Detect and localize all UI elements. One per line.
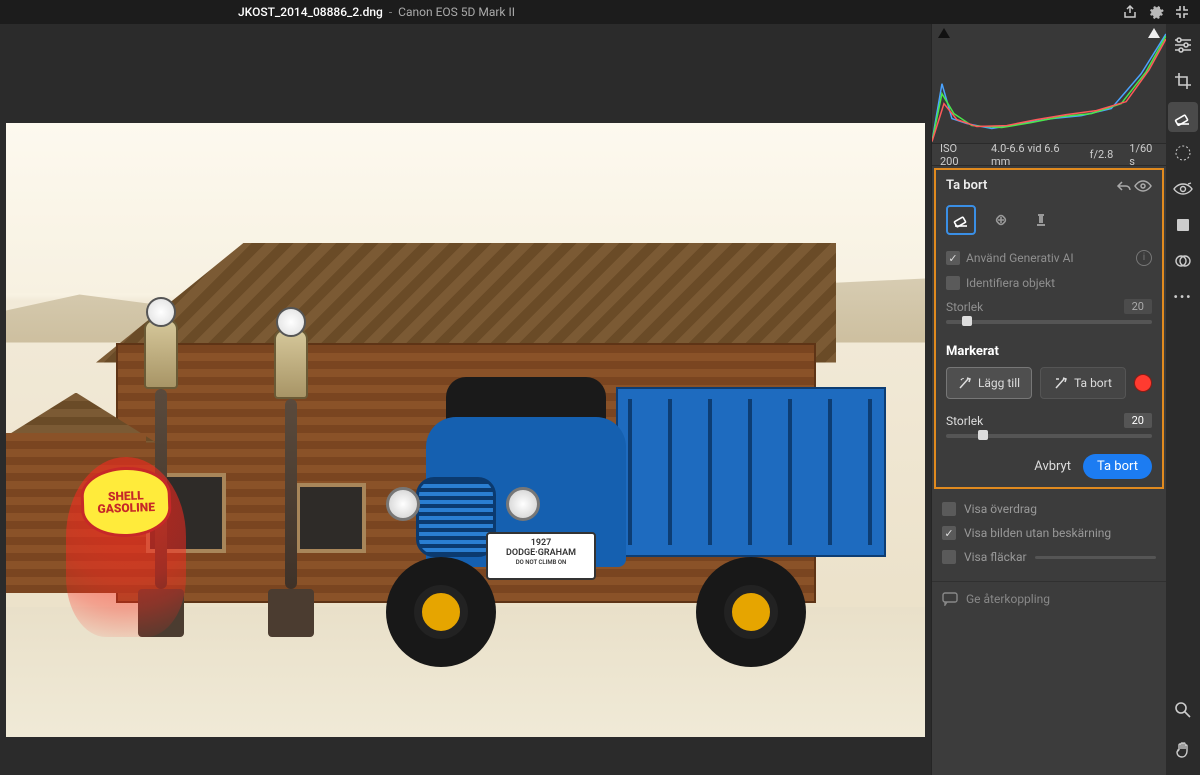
photo-preview: SHELLGASOLINE 1927 DODGE·GRAHAM DO NOT C… <box>6 123 925 737</box>
selected-subpanel-title: Markerat <box>936 334 1162 367</box>
document-title: JKOST_2014_08886_2.dng - Canon EOS 5D Ma… <box>238 5 515 19</box>
selection-subtract-button[interactable]: Ta bort <box>1040 367 1126 399</box>
feedback-row[interactable]: Ge återkoppling <box>932 581 1166 616</box>
cancel-button[interactable]: Avbryt <box>1034 459 1071 474</box>
filename: JKOST_2014_08886_2.dng <box>238 5 383 19</box>
heal-brush-tool-button[interactable] <box>986 205 1016 235</box>
redeye-tool-icon[interactable] <box>1168 174 1198 204</box>
gas-pump <box>276 301 306 637</box>
fullscreen-collapse-icon[interactable] <box>1172 2 1192 22</box>
visibility-eye-icon[interactable] <box>1134 180 1152 192</box>
title-bar: JKOST_2014_08886_2.dng - Canon EOS 5D Ma… <box>0 0 1200 24</box>
view-options-panel: Visa överdrag Visa bilden utan beskärnin… <box>932 491 1166 575</box>
presets-panel-icon[interactable] <box>1168 210 1198 240</box>
chat-bubble-icon <box>942 592 958 606</box>
brush-size-slider[interactable] <box>946 320 1152 324</box>
lens-blur-icon[interactable] <box>1168 246 1198 276</box>
camera-model: Canon EOS 5D Mark II <box>398 5 515 19</box>
exif-iso: ISO 200 <box>940 142 975 168</box>
right-sidebar: ISO 200 4.0-6.6 vid 6.6 mm f/2.8 1/60 s … <box>931 24 1166 775</box>
show-spots-label: Visa fläckar <box>964 550 1027 564</box>
histogram[interactable] <box>932 24 1166 144</box>
export-icon[interactable] <box>1120 2 1140 22</box>
edit-sliders-icon[interactable] <box>1168 30 1198 60</box>
selection-size-value[interactable]: 20 <box>1124 413 1152 428</box>
identify-object-checkbox[interactable] <box>946 276 960 290</box>
exif-focal: 4.0-6.6 vid 6.6 mm <box>991 142 1074 168</box>
spots-threshold-slider[interactable] <box>1035 556 1156 559</box>
undo-icon[interactable] <box>1116 179 1134 193</box>
clone-stamp-tool-button[interactable] <box>1026 205 1056 235</box>
exif-bar: ISO 200 4.0-6.6 vid 6.6 mm f/2.8 1/60 s <box>932 144 1166 166</box>
overlay-color-swatch[interactable] <box>1134 374 1152 392</box>
tool-strip: ••• <box>1166 24 1200 775</box>
selection-size-slider[interactable] <box>946 434 1152 438</box>
more-tools-icon[interactable]: ••• <box>1168 282 1198 312</box>
zoom-tool-icon[interactable] <box>1168 695 1198 725</box>
show-spots-checkbox[interactable] <box>942 550 956 564</box>
eraser-tool-button[interactable] <box>946 205 976 235</box>
brush-size-label: Storlek <box>946 300 983 314</box>
apply-remove-button[interactable]: Ta bort <box>1083 454 1152 479</box>
gen-ai-info-icon[interactable]: i <box>1136 250 1152 266</box>
remove-tool-panel: Ta bort <box>934 168 1164 489</box>
show-overlay-checkbox[interactable] <box>942 502 956 516</box>
panel-title-remove: Ta bort <box>946 178 987 193</box>
gen-ai-label: Använd Generativ AI <box>966 251 1074 265</box>
exif-shutter: 1/60 s <box>1129 142 1158 168</box>
hand-tool-icon[interactable] <box>1168 735 1198 765</box>
show-uncropped-label: Visa bilden utan beskärning <box>964 526 1111 540</box>
crop-tool-icon[interactable] <box>1168 66 1198 96</box>
show-overlay-label: Visa överdrag <box>964 502 1037 516</box>
selection-size-label: Storlek <box>946 414 983 428</box>
feedback-label: Ge återkoppling <box>966 592 1050 606</box>
healing-tool-icon[interactable] <box>1168 102 1198 132</box>
image-canvas[interactable]: SHELLGASOLINE 1927 DODGE·GRAHAM DO NOT C… <box>0 24 931 775</box>
exif-aperture: f/2.8 <box>1090 148 1114 161</box>
vintage-truck: 1927 DODGE·GRAHAM DO NOT CLIMB ON <box>356 317 896 667</box>
title-separator: - <box>389 5 392 19</box>
masking-tool-icon[interactable] <box>1168 138 1198 168</box>
license-plate: 1927 DODGE·GRAHAM DO NOT CLIMB ON <box>486 532 596 580</box>
shell-sign: SHELLGASOLINE <box>80 465 172 538</box>
show-uncropped-checkbox[interactable] <box>942 526 956 540</box>
settings-gear-icon[interactable] <box>1146 2 1166 22</box>
gen-ai-checkbox[interactable] <box>946 251 960 265</box>
selection-add-button[interactable]: Lägg till <box>946 367 1032 399</box>
brush-size-value[interactable]: 20 <box>1124 299 1152 314</box>
identify-object-label: Identifiera objekt <box>966 276 1055 290</box>
